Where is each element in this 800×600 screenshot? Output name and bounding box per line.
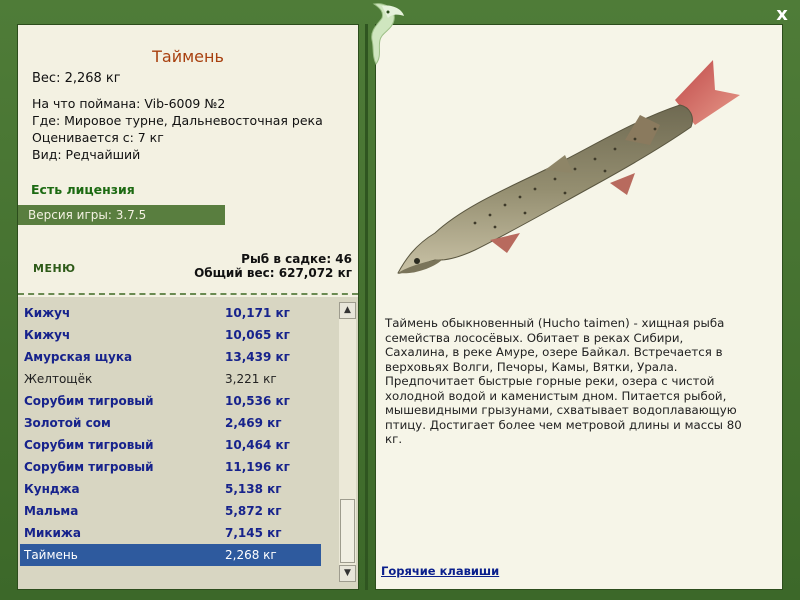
list-item-weight: 10,464 кг: [225, 438, 290, 452]
license-status: Есть лицензия: [31, 182, 135, 197]
scroll-up-icon[interactable]: ▲: [339, 302, 356, 319]
scroll-thumb[interactable]: [340, 499, 355, 563]
list-item-name: Таймень: [24, 548, 78, 562]
fish-info: На что поймана: Vib-6009 №2 Где: Мировое…: [32, 95, 323, 163]
close-icon[interactable]: x: [770, 4, 794, 26]
list-item[interactable]: Сорубим тигровый 10,464 кг: [20, 434, 321, 456]
fish-valued-from: Оценивается с: 7 кг: [32, 130, 164, 145]
panel-divider: [365, 24, 368, 590]
list-item[interactable]: Золотой сом 2,469 кг: [20, 412, 321, 434]
list-item-name: Кунджа: [24, 482, 80, 496]
fish-weight: Вес: 2,268 кг: [32, 71, 121, 86]
list-item-name: Желтощёк: [24, 372, 93, 386]
list-item-name: Сорубим тигровый: [24, 394, 154, 408]
list-item[interactable]: Кижуч 10,171 кг: [20, 302, 321, 324]
list-item-name: Кижуч: [24, 306, 71, 320]
fish-bait: На что поймана: Vib-6009 №2: [32, 96, 226, 111]
catch-list[interactable]: Кижуч 10,171 кг Кижуч 10,065 кг Амурская щ…: [20, 302, 321, 566]
fish-location: Где: Мировое турне, Дальневосточная река: [32, 113, 323, 128]
list-item-name: Амурская щука: [24, 350, 133, 364]
fish-count: Рыб в садке: 46: [241, 252, 352, 266]
list-item-weight: 11,196 кг: [225, 460, 290, 474]
fish-description: Таймень обыкновенный (Hucho taimen) - хи…: [385, 316, 742, 446]
list-item-weight: 3,221 кг: [225, 372, 277, 386]
list-item-name: Золотой сом: [24, 416, 111, 430]
version-bar: Версия игры: 3.7.5: [18, 205, 225, 225]
keepnet-stats: Рыб в садке: 46 Общий вес: 627,072 кг: [194, 252, 352, 280]
list-item-name: Мальма: [24, 504, 79, 518]
total-weight: Общий вес: 627,072 кг: [194, 266, 352, 280]
menu-button[interactable]: МЕНЮ: [33, 262, 76, 275]
list-item-weight: 5,872 кг: [225, 504, 282, 518]
fish-title: Таймень: [152, 47, 224, 66]
hotkeys-link[interactable]: Горячие клавиши: [381, 564, 499, 578]
list-scrollbar[interactable]: ▲ ▼: [339, 302, 356, 582]
list-item-weight: 2,469 кг: [225, 416, 282, 430]
list-item-weight: 7,145 кг: [225, 526, 282, 540]
list-item-weight: 10,536 кг: [225, 394, 290, 408]
list-item[interactable]: Мальма 5,872 кг: [20, 500, 321, 522]
list-item[interactable]: Кунджа 5,138 кг: [20, 478, 321, 500]
list-item-weight: 10,065 кг: [225, 328, 290, 342]
list-item[interactable]: Сорубим тигровый 10,536 кг: [20, 390, 321, 412]
fish-kind: Вид: Редчайший: [32, 147, 141, 162]
list-item[interactable]: Микижа 7,145 кг: [20, 522, 321, 544]
list-item-selected[interactable]: Таймень 2,268 кг: [20, 544, 321, 566]
list-item[interactable]: Сорубим тигровый 11,196 кг: [20, 456, 321, 478]
list-item[interactable]: Желтощёк 3,221 кг: [20, 368, 321, 390]
taimen-fish-image: [397, 60, 740, 274]
list-item-name: Сорубим тигровый: [24, 438, 154, 452]
list-item-name: Микижа: [24, 526, 81, 540]
list-item-name: Кижуч: [24, 328, 71, 342]
dotted-divider: [18, 293, 358, 295]
list-item-weight: 5,138 кг: [225, 482, 282, 496]
list-item-weight: 10,171 кг: [225, 306, 290, 320]
list-item-weight: 13,439 кг: [225, 350, 290, 364]
list-item[interactable]: Амурская щука 13,439 кг: [20, 346, 321, 368]
scroll-down-icon[interactable]: ▼: [339, 565, 356, 582]
list-item-weight: 2,268 кг: [225, 548, 277, 562]
list-item[interactable]: Кижуч 10,065 кг: [20, 324, 321, 346]
list-item-name: Сорубим тигровый: [24, 460, 154, 474]
